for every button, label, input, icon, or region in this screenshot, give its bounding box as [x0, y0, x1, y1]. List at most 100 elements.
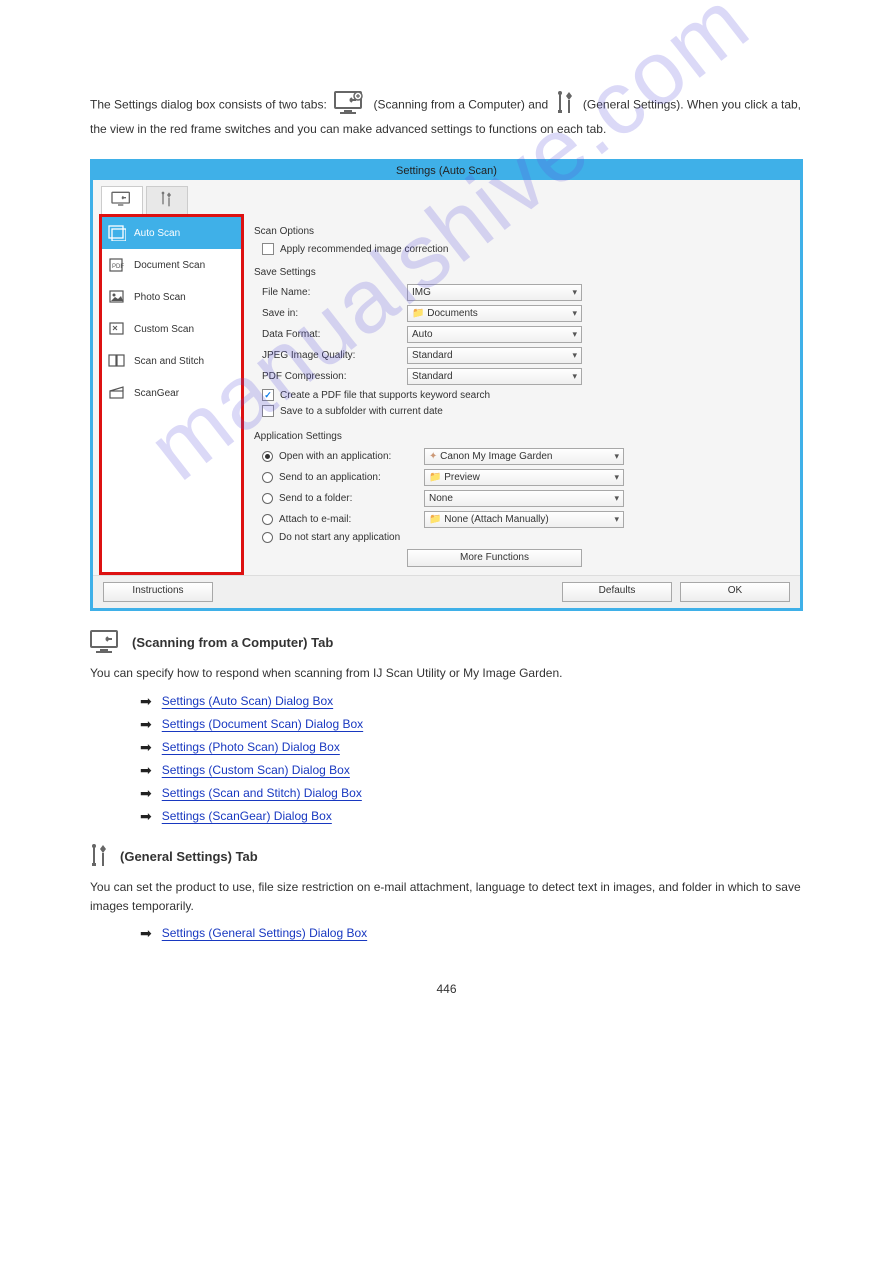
sidebar-item-scangear[interactable]: ScanGear	[102, 377, 241, 409]
sidebar-item-scan-stitch[interactable]: Scan and Stitch	[102, 345, 241, 377]
ok-button[interactable]: OK	[680, 582, 790, 602]
sidebar-item-custom-scan[interactable]: Custom Scan	[102, 313, 241, 345]
sidebar-item-photo-scan[interactable]: Photo Scan	[102, 281, 241, 313]
sidebar-label: Custom Scan	[134, 324, 194, 335]
attach-combo[interactable]: 📁 None (Attach Manually)▾	[424, 511, 624, 528]
tab-general-settings[interactable]	[146, 186, 188, 214]
keyword-search-checkbox[interactable]: Create a PDF file that supports keyword …	[262, 387, 788, 403]
tab-scan-from-computer[interactable]	[101, 186, 143, 214]
link-general-settings[interactable]: Settings (General Settings) Dialog Box	[162, 926, 367, 941]
tools-icon	[90, 843, 110, 870]
sidebar-item-auto-scan[interactable]: Auto Scan	[102, 217, 241, 249]
attach-label: Attach to e-mail:	[279, 514, 418, 525]
window-title: Settings (Auto Scan)	[93, 162, 800, 180]
open-value: Canon My Image Garden	[440, 451, 552, 462]
jpeg-value: Standard	[412, 350, 453, 361]
scan-options-title: Scan Options	[254, 226, 788, 237]
sidebar-label: Document Scan	[134, 260, 205, 271]
sidebar-label: Auto Scan	[134, 228, 180, 239]
custom-scan-icon	[108, 321, 126, 337]
instructions-button[interactable]: Instructions	[103, 582, 213, 602]
dataformat-value: Auto	[412, 329, 433, 340]
sidebar-item-document-scan[interactable]: PDF Document Scan	[102, 249, 241, 281]
open-combo[interactable]: ✦ Canon My Image Garden▾	[424, 448, 624, 465]
link-row: ➡ Settings (Custom Scan) Dialog Box	[140, 762, 803, 779]
subfolder-checkbox[interactable]: Save to a subfolder with current date	[262, 403, 788, 419]
apply-correction-label: Apply recommended image correction	[280, 244, 448, 255]
radio-icon	[262, 532, 273, 543]
settings-dialog-window: Settings (Auto Scan) Auto Scan PDF	[90, 159, 803, 611]
link-row: ➡ Settings (Document Scan) Dialog Box	[140, 716, 803, 733]
sendapp-label: Send to an application:	[279, 472, 418, 483]
scan-stitch-icon	[108, 353, 126, 369]
link-auto-scan[interactable]: Settings (Auto Scan) Dialog Box	[162, 694, 333, 709]
filename-combo[interactable]: IMG▾	[407, 284, 582, 301]
sidebar-label: ScanGear	[134, 388, 179, 399]
donot-start-radio[interactable]: Do not start any application	[262, 530, 788, 545]
send-to-folder-radio[interactable]: Send to a folder: None▾	[262, 488, 788, 509]
link-photo-scan[interactable]: Settings (Photo Scan) Dialog Box	[162, 740, 340, 755]
savein-value: Documents	[427, 308, 478, 319]
sidebar-label: Photo Scan	[134, 292, 186, 303]
link-row: ➡Settings (Photo Scan) Dialog Box	[140, 739, 803, 756]
jpeg-combo[interactable]: Standard ▾	[407, 347, 582, 364]
link-document-scan[interactable]: Settings (Document Scan) Dialog Box	[162, 717, 363, 732]
attach-value: None (Attach Manually)	[444, 514, 549, 525]
checkbox-icon	[262, 389, 274, 401]
radio-icon	[262, 472, 273, 483]
dataformat-label: Data Format:	[262, 329, 407, 340]
link-row: ➡Settings (General Settings) Dialog Box	[140, 925, 803, 942]
radio-icon	[262, 514, 273, 525]
dialog-footer: Instructions Defaults OK	[93, 575, 800, 608]
tab-strip	[93, 180, 800, 214]
sidebar-label: Scan and Stitch	[134, 356, 204, 367]
sendapp-combo[interactable]: 📁 Preview▾	[424, 469, 624, 486]
subfolder-label: Save to a subfolder with current date	[280, 406, 443, 417]
chevron-down-icon: ▾	[614, 451, 619, 462]
link-scan-stitch[interactable]: Settings (Scan and Stitch) Dialog Box	[162, 786, 362, 801]
donot-label: Do not start any application	[279, 532, 400, 543]
radio-icon	[262, 493, 273, 504]
send-to-app-radio[interactable]: Send to an application: 📁 Preview▾	[262, 467, 788, 488]
photo-scan-icon	[108, 289, 126, 305]
jpeg-label: JPEG Image Quality:	[262, 350, 407, 361]
checkbox-icon	[262, 405, 274, 417]
intro-t2: (Scanning from a Computer) and	[373, 97, 551, 111]
checkbox-icon	[262, 243, 274, 255]
chevron-down-icon: ▾	[572, 350, 577, 361]
filename-label: File Name:	[262, 287, 407, 298]
open-with-app-radio[interactable]: Open with an application: ✦ Canon My Ima…	[262, 446, 788, 467]
filename-value: IMG	[412, 287, 431, 298]
sendfolder-label: Send to a folder:	[279, 493, 418, 504]
pdf-label: PDF Compression:	[262, 371, 407, 382]
link-row: ➡ Settings (Scan and Stitch) Dialog Box	[140, 785, 803, 802]
pdf-combo[interactable]: Standard▾	[407, 368, 582, 385]
sidebar: Auto Scan PDF Document Scan Photo Scan C…	[99, 214, 244, 575]
section2-links: ➡Settings (General Settings) Dialog Box	[140, 925, 803, 942]
chevron-down-icon: ▾	[572, 371, 577, 382]
section1-head-label: (Scanning from a Computer) Tab	[132, 635, 333, 650]
savein-combo[interactable]: 📁 Documents▾	[407, 305, 582, 322]
computer-icon	[90, 629, 122, 656]
chevron-down-icon: ▾	[614, 514, 619, 525]
dataformat-combo[interactable]: Auto▾	[407, 326, 582, 343]
defaults-button[interactable]: Defaults	[562, 582, 672, 602]
attach-email-radio[interactable]: Attach to e-mail: 📁 None (Attach Manuall…	[262, 509, 788, 530]
arrow-icon: ➡	[140, 716, 152, 733]
chevron-down-icon: ▾	[614, 472, 619, 483]
apply-correction-checkbox[interactable]: Apply recommended image correction	[262, 241, 788, 257]
more-functions-button[interactable]: More Functions	[407, 549, 582, 567]
link-scangear[interactable]: Settings (ScanGear) Dialog Box	[162, 809, 332, 824]
section-scan-from-computer-heading: (Scanning from a Computer) Tab	[90, 629, 803, 656]
section2-para: You can set the product to use, file siz…	[90, 878, 803, 915]
arrow-icon: ➡	[140, 785, 152, 802]
sendfolder-combo[interactable]: None▾	[424, 490, 624, 507]
link-row: ➡Settings (ScanGear) Dialog Box	[140, 808, 803, 825]
open-label: Open with an application:	[279, 451, 418, 462]
sendapp-value: Preview	[444, 472, 480, 483]
auto-scan-icon	[108, 225, 126, 241]
chevron-down-icon: ▾	[572, 308, 577, 319]
section-general-settings-heading: (General Settings) Tab	[90, 843, 803, 870]
arrow-icon: ➡	[140, 762, 152, 779]
link-custom-scan[interactable]: Settings (Custom Scan) Dialog Box	[162, 763, 350, 778]
